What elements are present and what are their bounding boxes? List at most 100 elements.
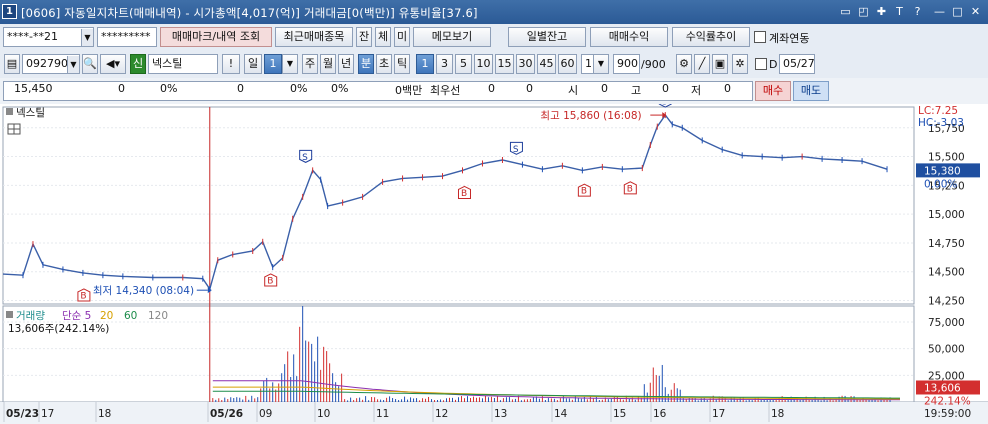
buy-mark-label: B [267, 276, 273, 286]
account-link-label: 계좌연동 [769, 32, 810, 45]
interval-45[interactable]: 45 [537, 54, 556, 74]
search-icon[interactable]: 🔍 [82, 54, 98, 74]
quote-change: 0 [118, 82, 125, 95]
pin-icon[interactable]: ✚ [874, 4, 889, 19]
price-tick-label: 15,000 [928, 209, 965, 221]
interval-3[interactable]: 3 [436, 54, 453, 74]
current-price-label: 15,380 [924, 165, 961, 177]
daily-balance-button[interactable]: 일별잔고 [508, 27, 586, 47]
settings-gear-icon[interactable]: ✲ [732, 54, 748, 74]
chevron-down-icon[interactable]: ▼ [67, 56, 79, 73]
trade-profit-button[interactable]: 매매수익 [590, 27, 668, 47]
price-tick-label: 14,500 [928, 267, 965, 279]
chart-area[interactable]: BBSBSBBS 15,75015,50015,25015,00014,7501… [0, 94, 988, 424]
save-icon[interactable]: ▣ [712, 54, 728, 74]
limit-low-label: HC:-3.03 [918, 117, 964, 129]
high-annotation: 최고 15,860 (16:08) [540, 110, 641, 122]
time-tick-label: 05/23 [6, 408, 39, 420]
price-tick-label: 14,750 [928, 238, 965, 250]
window-number: 1 [2, 4, 17, 19]
price-tick-label: 15,500 [928, 152, 965, 164]
time-tick-label: 16 [653, 408, 667, 420]
account-select[interactable]: ****-**21 ▼ [3, 27, 94, 47]
window-minimize-panel-icon[interactable]: ▭ [838, 4, 853, 19]
quote-bid: 0 [488, 82, 495, 95]
chevron-down-icon[interactable]: ▼ [81, 29, 93, 46]
recent-trades-button[interactable]: 최근매매종목 [275, 27, 353, 47]
volume-current-label: 13,606주(242.14%) [8, 323, 109, 335]
executed-button[interactable]: 체 [375, 27, 391, 47]
warning-button[interactable]: ! [222, 54, 240, 74]
help-icon[interactable]: ? [910, 4, 925, 19]
account-link-checkbox[interactable] [754, 31, 766, 43]
quote-ask: 0 [526, 82, 533, 95]
maximize-icon[interactable]: □ [950, 4, 965, 19]
period-month-button[interactable]: 월 [320, 54, 336, 74]
interval-10[interactable]: 10 [474, 54, 493, 74]
quote-high-label: 고 [631, 84, 642, 97]
interval-5[interactable]: 5 [455, 54, 472, 74]
price-tick-label: 14,250 [928, 296, 965, 308]
price-volume-chart[interactable]: BBSBSBBS 15,75015,50015,25015,00014,7501… [0, 94, 988, 424]
quote-price: 15,450 [14, 82, 53, 95]
password-field[interactable]: ********* [97, 27, 157, 47]
chart-background [0, 104, 988, 424]
time-tick-label: 18 [98, 408, 111, 420]
title-bar: 1 [0606] 자동일지차트(매매내역) - 시가총액[4,017(억)] 거… [0, 0, 988, 24]
stock-list-icon[interactable]: ▤ [4, 54, 20, 74]
interval-60[interactable]: 60 [558, 54, 577, 74]
quote-high: 0 [662, 82, 669, 95]
time-tick-label: 12 [435, 408, 448, 420]
volume-legend-item: 단순 5 [62, 310, 91, 322]
unexecuted-button[interactable]: 미 [394, 27, 410, 47]
credit-badge: 신 [130, 54, 146, 74]
time-tick-label: 05/26 [210, 408, 243, 420]
text-icon[interactable]: T [892, 4, 907, 19]
balance-button[interactable]: 잔 [356, 27, 372, 47]
window-restore-icon[interactable]: ◰ [856, 4, 871, 19]
sell-button[interactable]: 매도 [793, 81, 829, 101]
buy-button[interactable]: 매수 [755, 81, 791, 101]
period-chevron-down-icon[interactable]: ▼ [282, 54, 298, 74]
close-icon[interactable]: ✕ [968, 4, 983, 19]
quote-open: 0 [601, 82, 608, 95]
period-tick-button[interactable]: 틱 [394, 54, 410, 74]
speaker-icon[interactable]: ◀▾ [100, 54, 126, 74]
return-trend-button[interactable]: 수익률추이 [672, 27, 750, 47]
quote-low-label: 저 [691, 84, 702, 97]
date-input[interactable]: 05/27 [779, 54, 815, 74]
period-minute-button[interactable]: 분 [358, 54, 374, 74]
chart-title-square-icon [6, 108, 13, 115]
time-tick-label: 18 [771, 408, 784, 420]
current-volume-label: 13,606 [924, 382, 961, 394]
date-checkbox[interactable] [755, 58, 767, 70]
chart-tools-icon[interactable]: ⚙ [676, 54, 692, 74]
period-day-button[interactable]: 일 [244, 54, 262, 74]
time-tick-label: 13 [494, 408, 507, 420]
minimize-icon[interactable]: — [932, 4, 947, 19]
data-count-input[interactable]: 900 [613, 54, 640, 74]
stock-code-input[interactable]: 092790 ▼ [22, 54, 80, 74]
interval-1[interactable]: 1 [416, 54, 434, 74]
interval-15[interactable]: 15 [495, 54, 514, 74]
period-week-button[interactable]: 주 [302, 54, 318, 74]
time-label: 19:59:00 [924, 408, 971, 420]
chart-title: 넥스틸 [16, 106, 45, 119]
sell-mark-label: S [302, 153, 308, 163]
period-second-button[interactable]: 초 [376, 54, 392, 74]
quote-volume: 0 [237, 82, 244, 95]
draw-line-icon[interactable]: ╱ [694, 54, 710, 74]
low-annotation: 최저 14,340 (08:04) [93, 285, 194, 297]
custom-interval-chevron-icon[interactable]: ▼ [593, 54, 609, 74]
quote-prev-pct: 0% [331, 82, 349, 95]
buy-mark-label: B [581, 187, 587, 197]
interval-30[interactable]: 30 [516, 54, 535, 74]
data-count-max: /900 [641, 58, 666, 71]
volume-legend-item: 20 [100, 310, 113, 322]
time-tick-label: 14 [554, 408, 568, 420]
memo-view-button[interactable]: 메모보기 [413, 27, 491, 47]
period-value[interactable]: 1 [264, 54, 282, 74]
stock-name-field[interactable]: 넥스틸 [148, 54, 218, 74]
trade-mark-query-button[interactable]: 매매마크/내역 조회 [160, 27, 272, 47]
period-year-button[interactable]: 년 [338, 54, 354, 74]
